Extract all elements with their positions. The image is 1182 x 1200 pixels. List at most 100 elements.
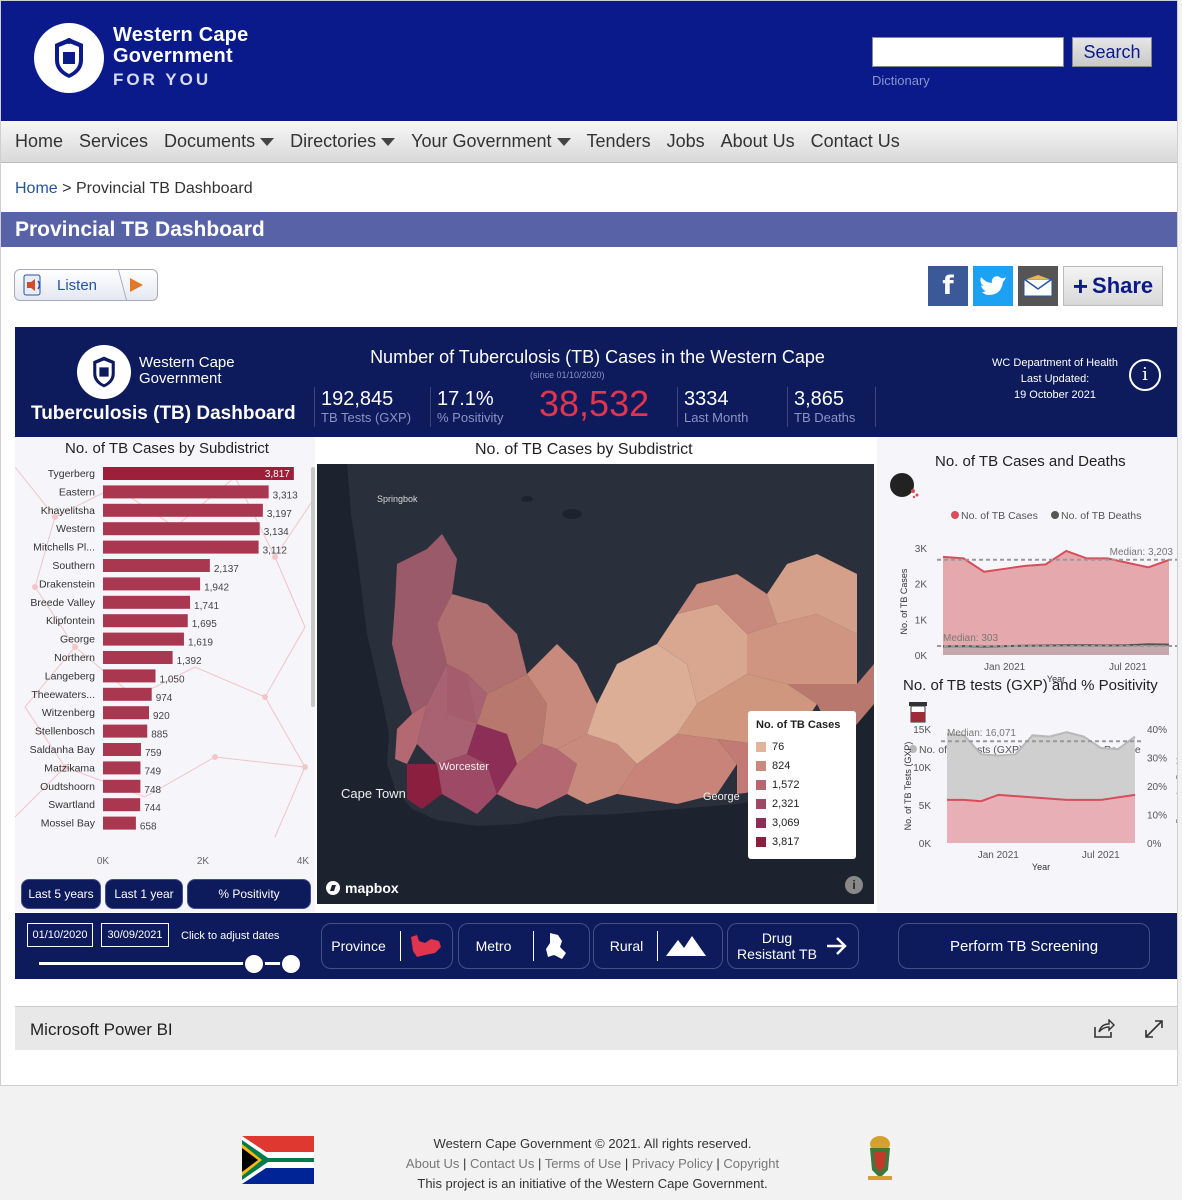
- footer-initiative: This project is an initiative of the Wes…: [417, 1176, 768, 1191]
- legend-dot: [1051, 511, 1059, 519]
- divider: [533, 931, 535, 961]
- legend-label: 76: [772, 740, 785, 753]
- y-tick-label: 0K: [919, 839, 932, 850]
- dictionary-link[interactable]: Dictionary: [872, 73, 930, 88]
- play-icon[interactable]: [127, 276, 145, 294]
- median-annotation: Median: 3,203: [1110, 547, 1174, 558]
- search-button[interactable]: Search: [1072, 37, 1152, 67]
- legend-swatch: [756, 817, 766, 828]
- wcg-coat-of-arms-logo[interactable]: [34, 23, 104, 93]
- chevron-down-icon: [381, 137, 396, 146]
- y-tick-label: 15K: [913, 725, 931, 736]
- bar-category-label: Tygerberg: [48, 468, 95, 480]
- footer-link[interactable]: Terms of Use: [545, 1156, 622, 1171]
- bar: [103, 632, 184, 646]
- nav-item-label: Services: [79, 131, 149, 151]
- kpi-last-month-value: 3334: [684, 388, 729, 410]
- bar-value-label: 974: [156, 693, 173, 704]
- footer-link[interactable]: Copyright: [723, 1156, 779, 1171]
- bar: [103, 595, 191, 609]
- date-slider-end-handle[interactable]: [280, 953, 302, 975]
- mapbox-logo[interactable]: mapbox: [325, 880, 399, 896]
- kpi-positivity-label: % Positivity: [437, 410, 504, 425]
- footer-link[interactable]: About Us: [406, 1156, 459, 1171]
- nav-item-label: Contact Us: [810, 131, 900, 151]
- footer-link[interactable]: Privacy Policy: [632, 1156, 713, 1171]
- bar-value-label: 658: [140, 822, 157, 833]
- share-button[interactable]: + Share: [1063, 266, 1163, 306]
- subdistrict-bar-panel: No. of TB Cases by Subdistrict Tygerberg…: [15, 437, 315, 912]
- legend-row: 1,572: [756, 775, 848, 794]
- bar-value-label: 920: [153, 711, 170, 722]
- metro-label: Metro: [475, 938, 512, 954]
- x-tick-label: Jan 2021: [978, 850, 1020, 861]
- drug-resistant-tb-button[interactable]: Drug Resistant TB: [727, 923, 859, 969]
- y-tick-label: 3K: [915, 544, 928, 555]
- perform-tb-screening-button[interactable]: Perform TB Screening: [898, 923, 1150, 969]
- bar-value-label: 1,741: [194, 601, 219, 612]
- breadcrumb-current: Provincial TB Dashboard: [75, 180, 253, 197]
- legend-label: 1,572: [772, 778, 800, 791]
- main-nav: Home Services Documents Directories Your Gov…: [1, 121, 1177, 163]
- subdistrict-map[interactable]: Springbok Worcester Cape Town George No.…: [317, 464, 874, 904]
- nav-item-tenders[interactable]: Tenders: [587, 131, 651, 152]
- nav-item-contact-us[interactable]: Contact Us: [811, 131, 900, 152]
- rural-button[interactable]: Rural: [593, 923, 723, 969]
- map-attribution-icon[interactable]: i: [845, 876, 863, 894]
- footer-link[interactable]: Contact Us: [470, 1156, 534, 1171]
- date-slider-start-handle[interactable]: [243, 953, 265, 975]
- site-logo-text[interactable]: Western Cape Government FOR YOU: [113, 25, 248, 90]
- bar-value-label: 1,619: [188, 638, 213, 649]
- x-tick-label: 4K: [297, 856, 310, 867]
- facebook-icon[interactable]: f: [928, 266, 968, 306]
- x-tick-label: Jul 2021: [1109, 662, 1147, 673]
- logo-tagline: FOR YOU: [113, 70, 212, 89]
- bar-category-label: Langeberg: [45, 670, 95, 682]
- share-label: Share: [1092, 273, 1154, 298]
- median-annotation: Median: 16,071: [947, 728, 1016, 739]
- nav-item-about-us[interactable]: About Us: [721, 131, 795, 152]
- province-button[interactable]: Province: [321, 923, 453, 969]
- share-icon[interactable]: [1093, 1019, 1115, 1039]
- nav-item-directories[interactable]: Directories: [290, 131, 396, 152]
- nav-item-jobs[interactable]: Jobs: [667, 131, 705, 152]
- nav-item-home[interactable]: Home: [15, 131, 63, 152]
- footer-links: About Us | Contact Us | Terms of Use | P…: [330, 1154, 855, 1174]
- chevron-down-icon: [556, 137, 571, 146]
- kpi-deaths-value: 3,865: [794, 388, 845, 410]
- bar-chart-scrollbar[interactable]: [311, 467, 315, 707]
- kpi-positivity: 17.1% % Positivity: [430, 387, 503, 427]
- nav-item-services[interactable]: Services: [79, 131, 148, 152]
- last-1-year-button[interactable]: Last 1 year: [105, 879, 183, 909]
- bar-chart-title: No. of TB Cases by Subdistrict: [65, 440, 269, 457]
- bar-category-label: Western: [56, 523, 95, 535]
- twitter-icon[interactable]: [973, 266, 1013, 306]
- nav-item-label: Home: [15, 131, 64, 151]
- map-label-cape-town: Cape Town: [341, 786, 406, 801]
- nav-item-documents[interactable]: Documents: [164, 131, 275, 152]
- date-from[interactable]: 01/10/2020: [27, 923, 93, 947]
- map-label-springbok: Springbok: [377, 494, 418, 504]
- kpi-deaths: 3,865 TB Deaths: [787, 387, 877, 427]
- date-to[interactable]: 30/09/2021: [101, 923, 169, 947]
- y-tick-label: 0K: [915, 651, 928, 662]
- nav-item-label: Tenders: [586, 131, 651, 151]
- right-charts-panel: No. of TB Cases and Deaths No. of TB Cas…: [877, 437, 1177, 912]
- breadcrumb-home-link[interactable]: Home: [15, 180, 58, 197]
- fullscreen-icon[interactable]: [1144, 1019, 1164, 1039]
- positivity-button[interactable]: % Positivity: [187, 879, 311, 909]
- listen-button[interactable]: Listen: [14, 269, 158, 301]
- province-label: Province: [331, 938, 386, 954]
- nav-item-label: Jobs: [666, 131, 705, 151]
- arrow-right-icon: [826, 937, 847, 955]
- email-icon[interactable]: [1018, 266, 1058, 306]
- kpi-positivity-value: 17.1%: [437, 388, 494, 410]
- last-5-years-button[interactable]: Last 5 years: [21, 879, 101, 909]
- footer-copyright: Western Cape Government © 2021. All righ…: [433, 1136, 752, 1151]
- nav-item-your-government[interactable]: Your Government: [411, 131, 571, 152]
- metro-button[interactable]: Metro: [458, 923, 590, 969]
- bar-value-label: 3,817: [265, 469, 290, 480]
- info-icon[interactable]: i: [1129, 359, 1161, 391]
- bar-category-label: Mitchells Pl...: [33, 542, 95, 554]
- search-input[interactable]: [872, 37, 1064, 67]
